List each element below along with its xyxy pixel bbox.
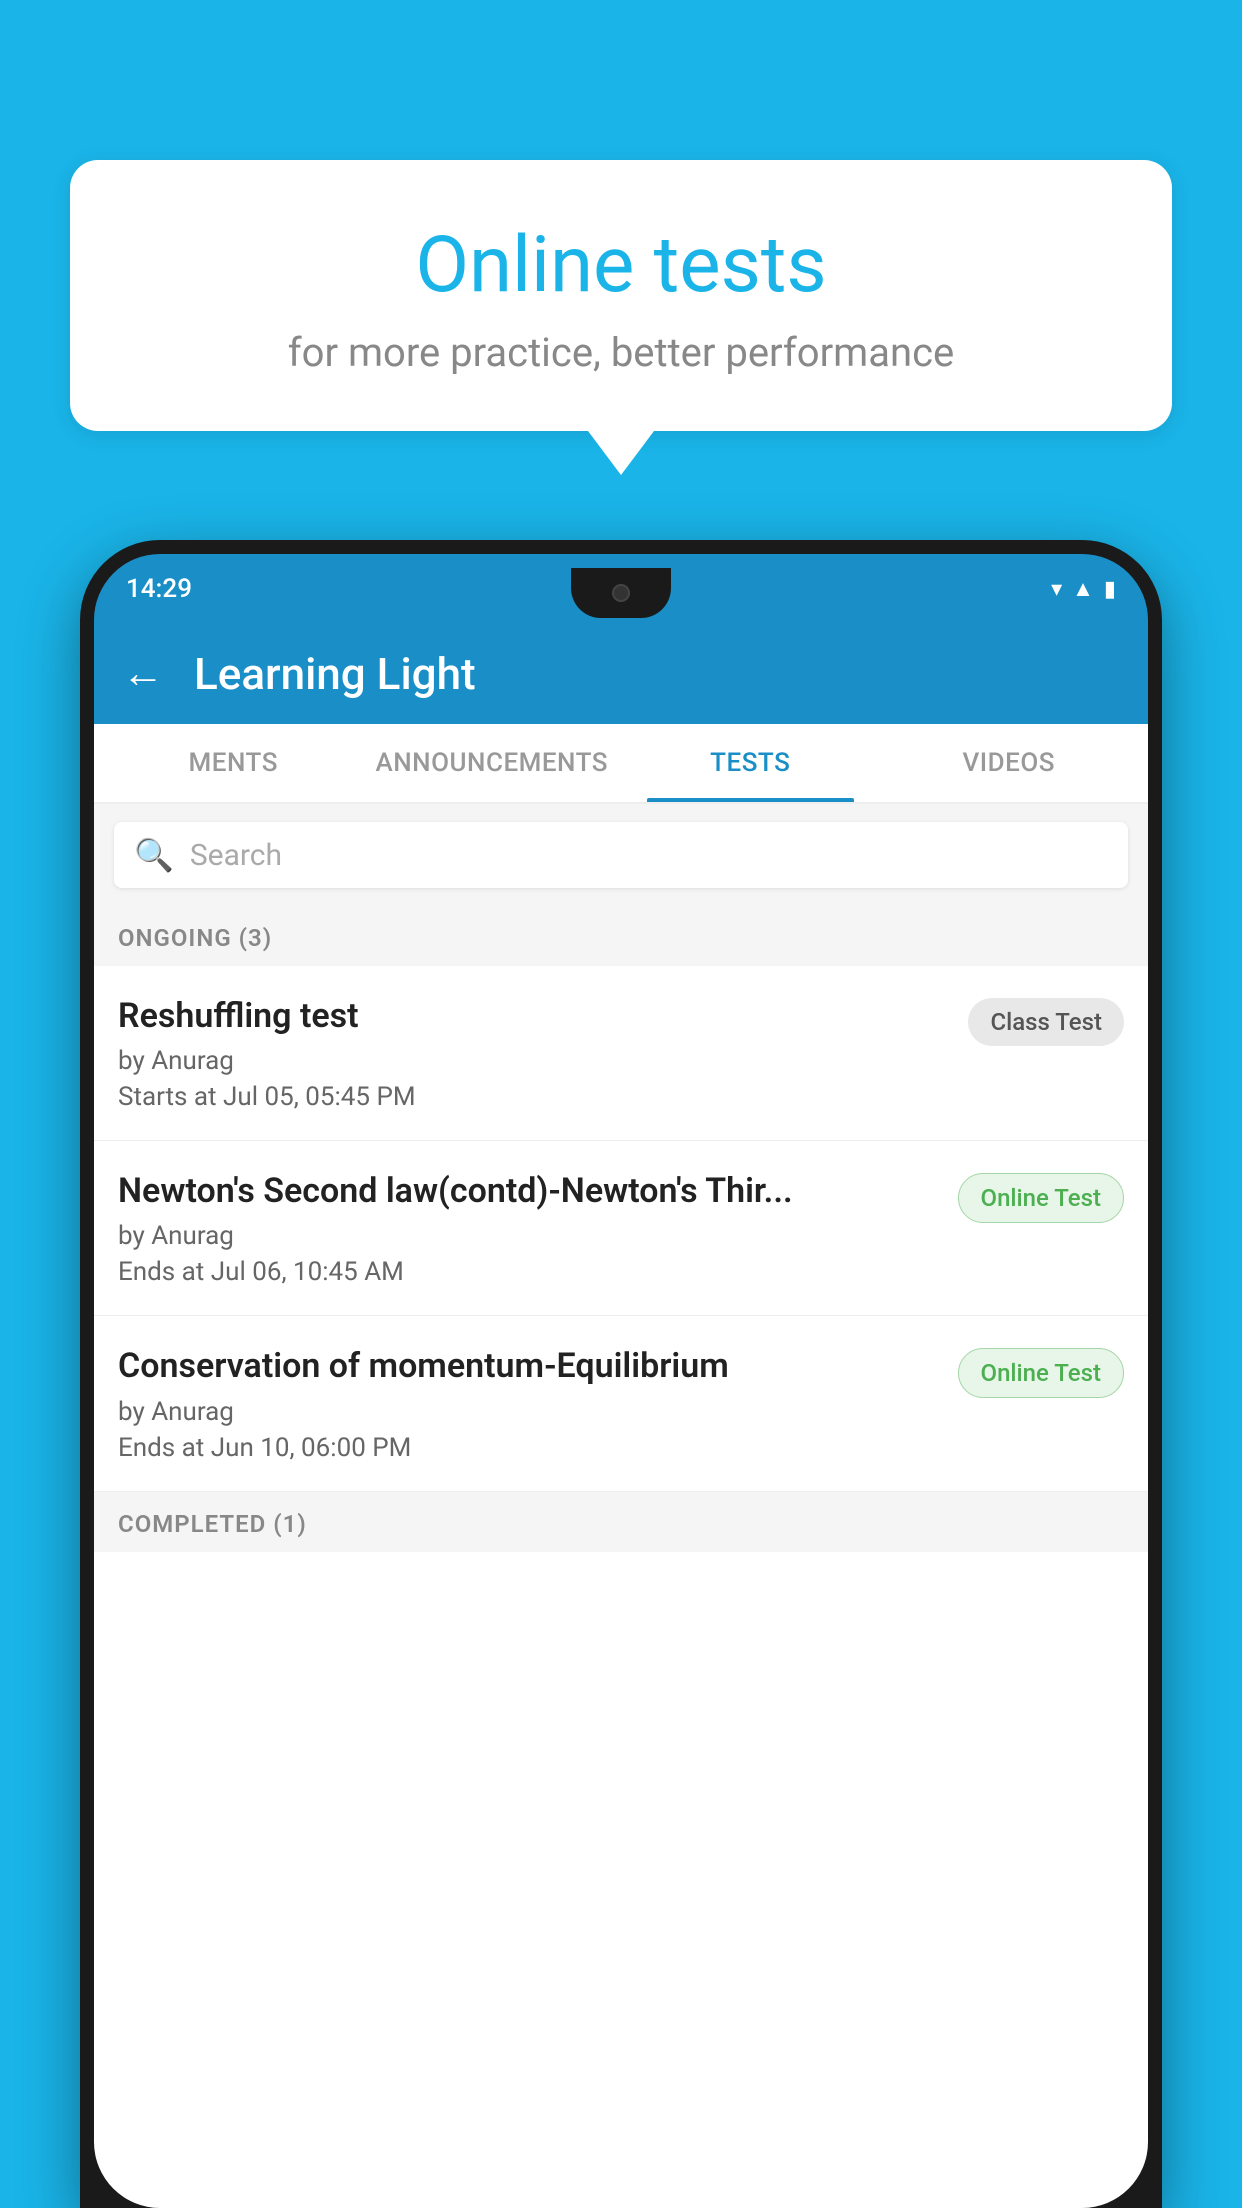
test-badge: Online Test	[958, 1173, 1124, 1223]
test-name: Conservation of momentum-Equilibrium	[118, 1344, 942, 1388]
back-button[interactable]: ←	[122, 653, 164, 695]
test-badge: Online Test	[958, 1348, 1124, 1398]
test-author: by Anurag	[118, 1221, 942, 1251]
wifi-icon: ▾	[1051, 577, 1062, 602]
tab-ments[interactable]: MENTS	[104, 724, 363, 802]
test-info: Newton's Second law(contd)-Newton's Thir…	[118, 1169, 942, 1287]
test-author: by Anurag	[118, 1397, 942, 1427]
ongoing-label: ONGOING (3)	[118, 924, 272, 952]
status-icons: ▾ ▲ ▮	[1051, 576, 1116, 602]
test-info: Conservation of momentum-Equilibrium by …	[118, 1344, 942, 1462]
promo-title: Online tests	[110, 220, 1132, 311]
test-date: Ends at Jul 06, 10:45 AM	[118, 1257, 942, 1287]
test-name: Reshuffling test	[118, 994, 952, 1038]
clock: 14:29	[126, 574, 192, 604]
test-item[interactable]: Reshuffling test by Anurag Starts at Jul…	[94, 966, 1148, 1141]
promo-subtitle: for more practice, better performance	[110, 329, 1132, 376]
search-bar[interactable]: 🔍 Search	[114, 822, 1128, 888]
completed-section-header: COMPLETED (1)	[94, 1492, 1148, 1552]
camera	[612, 584, 630, 602]
test-list: Reshuffling test by Anurag Starts at Jul…	[94, 966, 1148, 1492]
search-container: 🔍 Search	[94, 804, 1148, 906]
phone-frame: 14:29 ▾ ▲ ▮ ← Learning Light MENTS ANNOU…	[80, 540, 1162, 2208]
search-icon: 🔍	[134, 836, 174, 874]
phone-notch	[571, 568, 671, 618]
tab-announcements[interactable]: ANNOUNCEMENTS	[363, 724, 622, 802]
app-header: ← Learning Light	[94, 624, 1148, 724]
battery-icon: ▮	[1104, 577, 1116, 602]
app-title: Learning Light	[194, 648, 476, 700]
test-date: Ends at Jun 10, 06:00 PM	[118, 1433, 942, 1463]
test-date: Starts at Jul 05, 05:45 PM	[118, 1082, 952, 1112]
search-placeholder: Search	[190, 838, 282, 873]
promo-card: Online tests for more practice, better p…	[70, 160, 1172, 431]
phone-screen: ← Learning Light MENTS ANNOUNCEMENTS TES…	[94, 624, 1148, 2208]
status-bar: 14:29 ▾ ▲ ▮	[94, 554, 1148, 624]
tab-tests[interactable]: TESTS	[621, 724, 880, 802]
test-item[interactable]: Conservation of momentum-Equilibrium by …	[94, 1316, 1148, 1491]
test-badge: Class Test	[968, 998, 1124, 1046]
ongoing-section-header: ONGOING (3)	[94, 906, 1148, 966]
completed-label: COMPLETED (1)	[118, 1510, 307, 1538]
test-item[interactable]: Newton's Second law(contd)-Newton's Thir…	[94, 1141, 1148, 1316]
test-author: by Anurag	[118, 1046, 952, 1076]
signal-icon: ▲	[1072, 576, 1094, 602]
tab-videos[interactable]: VIDEOS	[880, 724, 1139, 802]
tabs-bar: MENTS ANNOUNCEMENTS TESTS VIDEOS	[94, 724, 1148, 804]
test-name: Newton's Second law(contd)-Newton's Thir…	[118, 1169, 942, 1213]
test-info: Reshuffling test by Anurag Starts at Jul…	[118, 994, 952, 1112]
